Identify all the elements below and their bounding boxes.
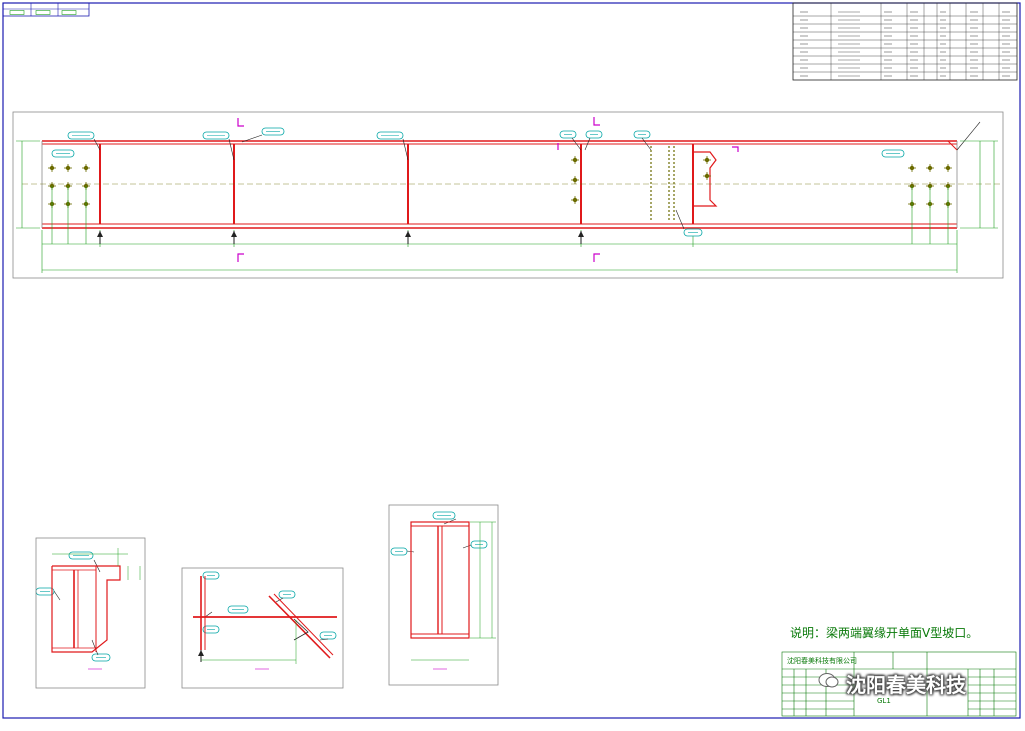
detail-view-3: [388, 504, 499, 686]
part-tag-9: [683, 228, 703, 237]
part-tag-8: [881, 149, 905, 158]
company-name: 沈阳春美科技有限公司: [787, 657, 857, 665]
watermark-text: 沈阳春美科技: [846, 673, 966, 697]
drawing-note: 说明：梁两端翼缘开单面V型坡口。: [790, 626, 979, 640]
material-table: [792, 2, 1018, 81]
part-tag-7: [51, 149, 75, 158]
bolt-1-0: [926, 164, 934, 172]
detail-1-drawing: [51, 548, 141, 670]
bolt-0-0: [703, 156, 711, 164]
part-tag-5: [585, 130, 603, 139]
drawing-name: GL1: [877, 697, 891, 705]
bolt-2-0: [944, 164, 952, 172]
corner-strip: [2, 2, 90, 17]
part-tag-0: [67, 131, 95, 140]
beam-elevation: [22, 121, 1000, 229]
part-tag-1: [202, 131, 230, 140]
sheet-border: [2, 2, 1021, 719]
part-tag-11: [35, 587, 55, 596]
part-tag-16: [278, 590, 296, 599]
bolt-group-left: [48, 164, 90, 208]
dimensions: [16, 140, 998, 273]
part-labels: [35, 127, 905, 662]
part-tag-17: [319, 631, 337, 640]
detail-2-drawing: [193, 576, 337, 670]
elevation-view-frame: [12, 111, 1004, 279]
bolt-0-2: [571, 196, 579, 204]
cad-drawing-canvas: [2, 2, 1021, 719]
part-tag-10: [68, 551, 94, 560]
part-tag-12: [91, 653, 111, 662]
part-tag-4: [559, 130, 577, 139]
bolt-0-1: [571, 176, 579, 184]
bolt-group-splice: [571, 156, 711, 204]
bolt-1-0: [64, 164, 72, 172]
bolt-2-0: [82, 164, 90, 172]
part-tag-2: [261, 127, 285, 136]
part-tag-20: [470, 540, 488, 549]
part-tag-19: [390, 547, 408, 556]
wechat-icon: [818, 673, 839, 688]
bolt-0-0: [908, 164, 916, 172]
bolt-0-0: [48, 164, 56, 172]
section-arrows: [97, 231, 584, 662]
bolt-0-0: [571, 156, 579, 164]
part-tag-18: [432, 511, 456, 520]
drawing-sheet: 说明：梁两端翼缘开单面V型坡口。 沈阳春美科技 沈阳春美科技有限公司 GL1: [0, 0, 1025, 727]
part-tag-14: [227, 605, 249, 614]
section-marks: [237, 117, 739, 262]
part-tag-3: [376, 131, 404, 140]
part-tag-6: [633, 130, 651, 139]
